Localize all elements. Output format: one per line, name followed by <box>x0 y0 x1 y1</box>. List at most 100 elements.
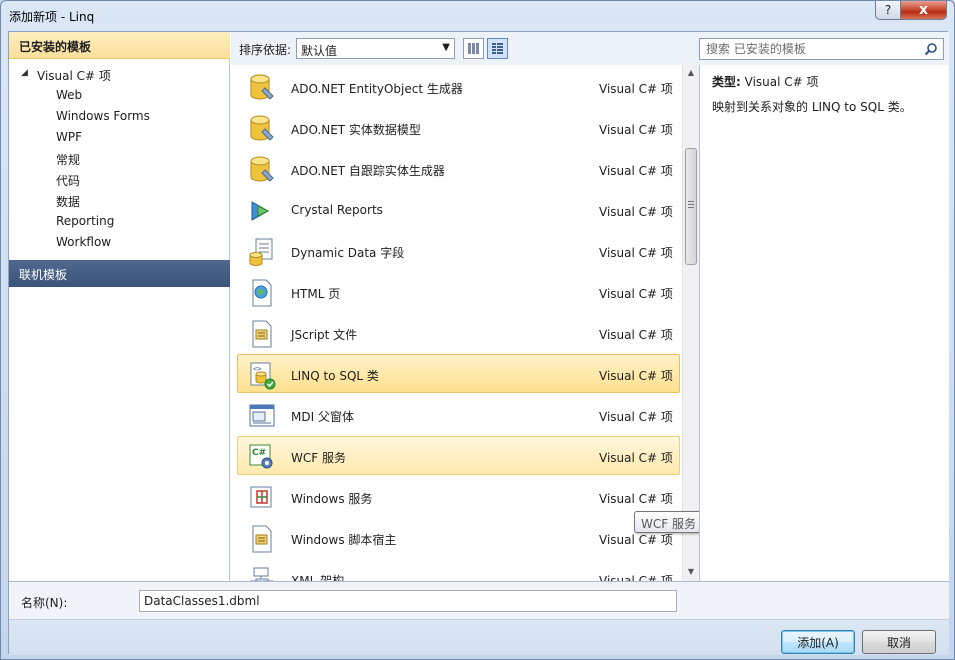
tree-item-code[interactable]: 代码 <box>9 169 230 190</box>
name-label: 名称(N): <box>21 596 68 610</box>
windows-service-icon <box>250 486 272 508</box>
xml-schema-icon <box>250 567 274 581</box>
script-file-icon <box>252 320 272 348</box>
template-name: ADO.NET 实体数据模型 <box>291 123 421 137</box>
template-row-linq-to-sql[interactable]: <> LINQ to SQL 类 Visual C# 项 <box>237 354 680 393</box>
template-language: Visual C# 项 <box>599 492 673 506</box>
template-row-xml-schema[interactable]: XML 架构 Visual C# 项 <box>237 559 680 581</box>
template-name: ADO.NET 自跟踪实体生成器 <box>291 164 445 178</box>
category-tree: ◢ Visual C# 项 Web Windows Forms WPF 常规 代… <box>9 64 230 253</box>
title-bar[interactable]: 添加新项 - Linq ? x <box>1 1 954 31</box>
template-language: Visual C# 项 <box>599 574 673 581</box>
tree-root-visual-csharp[interactable]: ◢ Visual C# 项 <box>9 64 230 85</box>
list-view-button[interactable] <box>487 38 508 59</box>
template-row-ado-entityobject[interactable]: ADO.NET EntityObject 生成器 Visual C# 项 <box>237 67 680 106</box>
crystal-reports-icon <box>251 201 270 221</box>
template-name: Windows 服务 <box>291 492 373 506</box>
template-name: Crystal Reports <box>291 203 383 217</box>
template-name: WCF 服务 <box>291 451 346 465</box>
sort-label: 排序依据: <box>239 43 292 57</box>
file-name-input[interactable] <box>139 590 677 612</box>
template-row-dynamic-data[interactable]: Dynamic Data 字段 Visual C# 项 <box>237 231 680 270</box>
tree-item-general[interactable]: 常规 <box>9 148 230 169</box>
search-input[interactable] <box>706 42 906 56</box>
tree-item-web[interactable]: Web <box>9 85 230 106</box>
template-language: Visual C# 项 <box>599 246 673 260</box>
toolbar: 排序依据: 默认值 ▼ <box>231 32 949 65</box>
type-value: Visual C# 项 <box>744 75 819 89</box>
template-language: Visual C# 项 <box>599 533 673 547</box>
tree-item-data[interactable]: 数据 <box>9 190 230 211</box>
template-language: Visual C# 项 <box>599 287 673 301</box>
search-icon[interactable] <box>924 42 938 56</box>
tree-item-wpf[interactable]: WPF <box>9 127 230 148</box>
template-description-panel: 类型: Visual C# 项 映射到关系对象的 LINQ to SQL 类。 <box>701 65 949 581</box>
template-language: Visual C# 项 <box>599 205 673 219</box>
template-row-ado-self-tracking[interactable]: ADO.NET 自跟踪实体生成器 Visual C# 项 <box>237 149 680 188</box>
expand-triangle-icon[interactable]: ◢ <box>21 68 28 78</box>
template-language: Visual C# 项 <box>599 164 673 178</box>
window-title: 添加新项 - Linq <box>9 10 95 24</box>
dialog-content: 已安装的模板 ◢ Visual C# 项 Web Windows Forms W… <box>8 31 949 655</box>
database-icon <box>250 74 274 100</box>
sort-value: 默认值 <box>301 44 338 58</box>
template-name: ADO.NET EntityObject 生成器 <box>291 82 463 96</box>
add-new-item-dialog: 添加新项 - Linq ? x 已安装的模板 ◢ Visual C# 项 Web… <box>0 0 955 660</box>
template-name: Dynamic Data 字段 <box>291 246 405 260</box>
close-button[interactable]: x <box>901 1 947 20</box>
tree-item-windows-forms[interactable]: Windows Forms <box>9 106 230 127</box>
dynamic-data-icon <box>249 238 273 266</box>
scroll-up-arrow-icon[interactable]: ▲ <box>683 65 699 82</box>
list-scrollbar[interactable]: ▲ ▼ <box>682 65 699 581</box>
dialog-footer: 名称(N): 添加(A) 取消 <box>9 581 949 655</box>
tree-root-label: Visual C# 项 <box>37 69 111 83</box>
grip-icon <box>688 201 694 208</box>
template-name: JScript 文件 <box>291 328 358 342</box>
template-name: HTML 页 <box>291 287 341 301</box>
database-icon <box>250 115 274 141</box>
database-icon <box>250 156 274 182</box>
template-row-html-page[interactable]: HTML 页 Visual C# 项 <box>237 272 680 311</box>
type-label: 类型: <box>712 75 741 89</box>
html-page-icon <box>252 279 272 307</box>
tree-item-workflow[interactable]: Workflow <box>9 232 230 253</box>
title-buttons: ? x <box>875 1 947 20</box>
small-icons-view-icon <box>468 43 479 54</box>
template-name: LINQ to SQL 类 <box>291 369 379 383</box>
template-row-mdi-parent-form[interactable]: MDI 父窗体 Visual C# 项 <box>237 395 680 434</box>
description-type: 类型: Visual C# 项 <box>712 73 949 98</box>
tree-item-reporting[interactable]: Reporting <box>9 211 230 232</box>
small-icons-view-button[interactable] <box>463 38 484 59</box>
template-language: Visual C# 项 <box>599 451 673 465</box>
script-file-icon <box>252 525 272 553</box>
help-button[interactable]: ? <box>875 1 901 20</box>
template-categories-panel: 已安装的模板 ◢ Visual C# 项 Web Windows Forms W… <box>9 32 230 581</box>
template-row-wcf-service[interactable]: C# WCF 服务 Visual C# 项 <box>237 436 680 475</box>
template-name: XML 架构 <box>291 574 345 581</box>
search-box[interactable] <box>699 38 944 60</box>
sort-dropdown[interactable]: 默认值 ▼ <box>296 38 455 59</box>
online-templates-header[interactable]: 联机模板 <box>9 260 230 287</box>
template-row-jscript-file[interactable]: JScript 文件 Visual C# 项 <box>237 313 680 352</box>
template-row-windows-service[interactable]: Windows 服务 Visual C# 项 <box>237 477 680 516</box>
linq-to-sql-icon: <> <box>250 362 276 390</box>
template-language: Visual C# 项 <box>599 328 673 342</box>
scroll-down-arrow-icon[interactable]: ▼ <box>683 564 699 581</box>
template-row-crystal-reports[interactable]: Crystal Reports Visual C# 项 <box>237 190 680 229</box>
template-language: Visual C# 项 <box>599 410 673 424</box>
template-name: MDI 父窗体 <box>291 410 354 424</box>
cancel-button[interactable]: 取消 <box>862 630 936 654</box>
description-text: 映射到关系对象的 LINQ to SQL 类。 <box>712 100 912 114</box>
list-view-icon <box>492 43 503 54</box>
template-row-ado-entity-data-model[interactable]: ADO.NET 实体数据模型 Visual C# 项 <box>237 108 680 147</box>
wcf-service-icon: C# <box>249 444 273 469</box>
template-language: Visual C# 项 <box>599 369 673 383</box>
add-button[interactable]: 添加(A) <box>781 630 855 654</box>
svg-text:C#: C# <box>252 448 266 458</box>
template-list[interactable]: ADO.NET EntityObject 生成器 Visual C# 项 ADO… <box>231 65 700 581</box>
template-row-windows-script-host[interactable]: Windows 脚本宿主 Visual C# 项 <box>237 518 680 557</box>
scroll-thumb[interactable] <box>685 148 697 265</box>
template-name: Windows 脚本宿主 <box>291 533 397 547</box>
installed-templates-header[interactable]: 已安装的模板 <box>9 32 230 59</box>
dropdown-arrow-icon: ▼ <box>442 42 450 53</box>
